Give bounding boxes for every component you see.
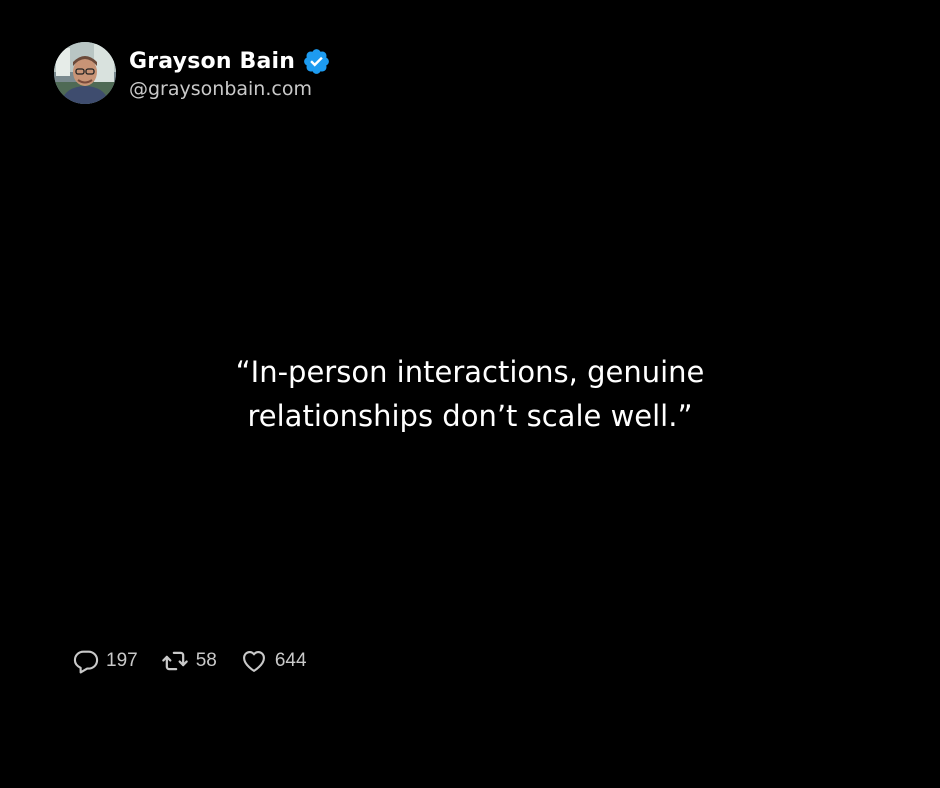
repost-button[interactable]: 58 — [160, 647, 217, 675]
avatar-image — [54, 42, 116, 104]
repost-icon — [160, 647, 190, 675]
verified-badge-icon — [302, 47, 331, 76]
like-button[interactable]: 644 — [239, 647, 307, 675]
reply-count: 197 — [106, 650, 138, 671]
author-name-row: Grayson Bain — [129, 46, 331, 76]
post-text-line: “In-person interactions, genuine — [235, 355, 705, 389]
avatar[interactable] — [54, 42, 116, 104]
repost-count: 58 — [195, 650, 217, 671]
post-text: “In-person interactions, genuine relatio… — [0, 350, 940, 438]
author-handle[interactable]: @graysonbain.com — [129, 78, 331, 100]
post-header: Grayson Bain @graysonbain.com — [54, 42, 331, 104]
post-text-line: relationships don’t scale well.” — [247, 399, 693, 433]
like-count: 644 — [274, 650, 307, 671]
engagement-bar: 197 58 644 — [72, 646, 329, 676]
author-identity: Grayson Bain @graysonbain.com — [129, 46, 331, 100]
reply-icon — [72, 647, 100, 675]
reply-button[interactable]: 197 — [72, 647, 138, 675]
author-name[interactable]: Grayson Bain — [129, 49, 295, 74]
heart-icon — [239, 647, 269, 675]
